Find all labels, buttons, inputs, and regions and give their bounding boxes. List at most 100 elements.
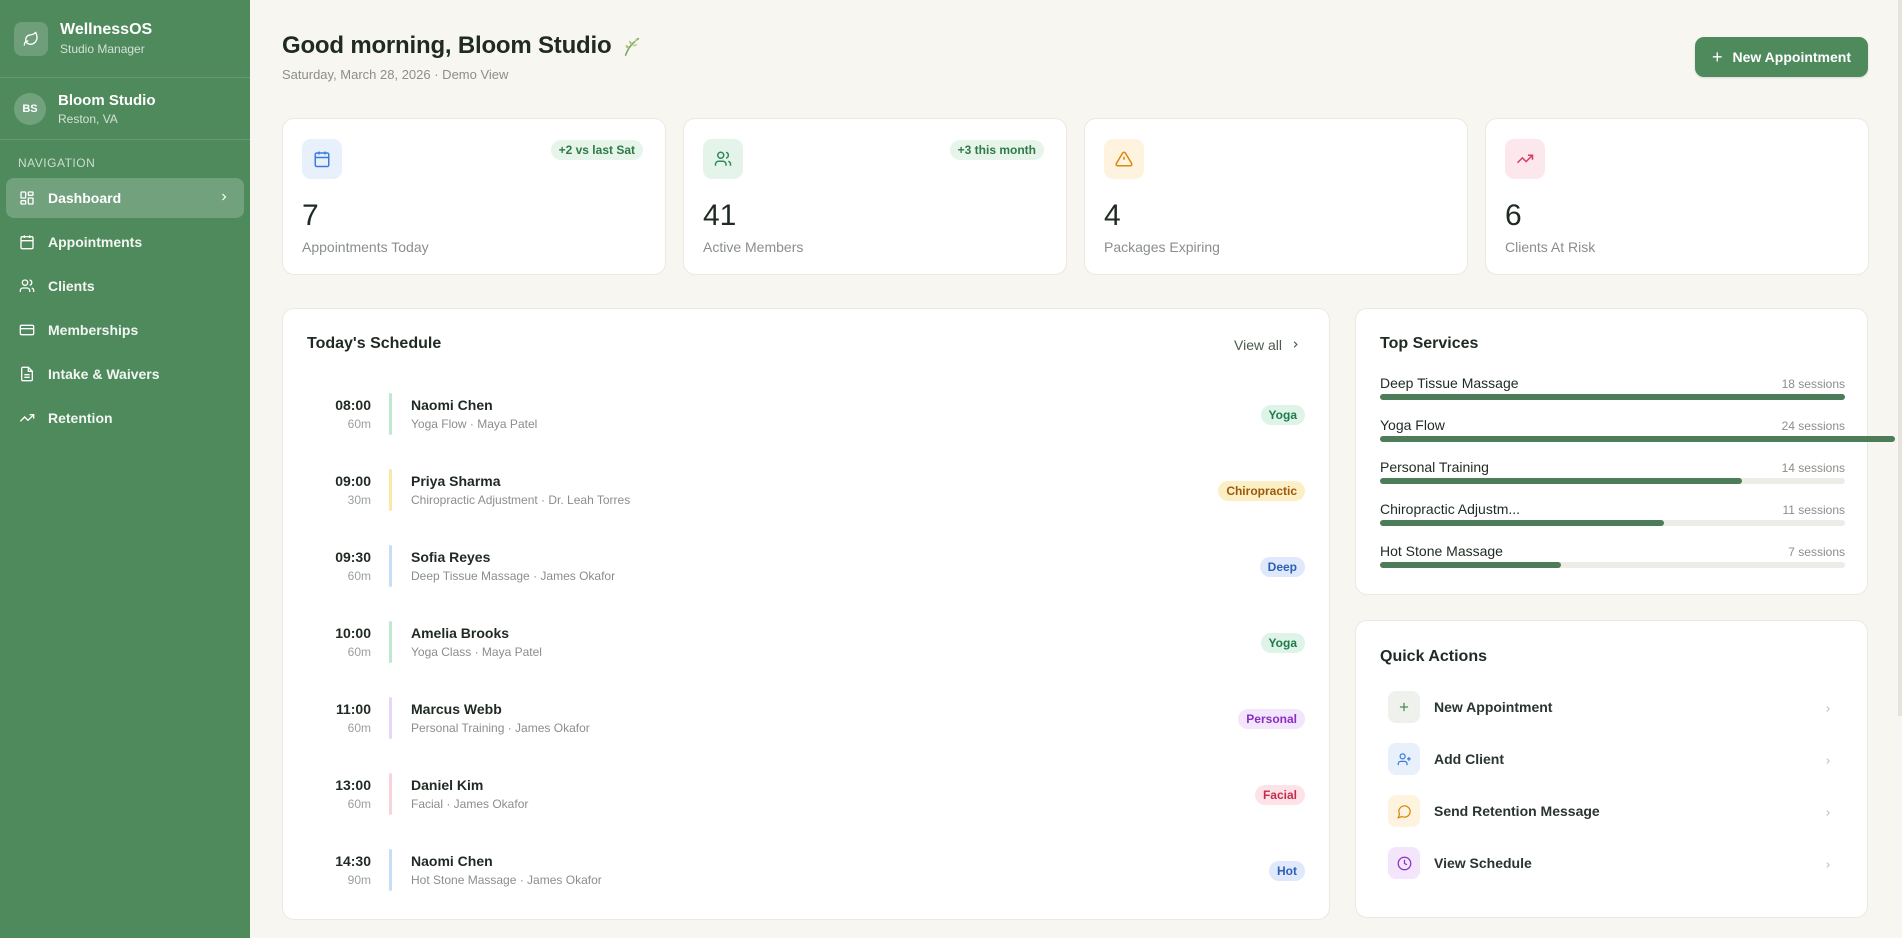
sidebar-item-clients[interactable]: Clients	[6, 266, 244, 306]
client-name: Naomi Chen	[411, 853, 493, 869]
greeting-text: Good morning, Bloom Studio	[282, 32, 612, 59]
grid-icon	[18, 189, 36, 207]
progress-fill	[1380, 562, 1561, 568]
service-name: Chiropractic Adjustm...	[1380, 501, 1521, 517]
user-plus-icon	[1388, 743, 1420, 775]
chevron-right-icon	[1823, 701, 1833, 719]
sidebar-item-intake-waivers[interactable]: Intake & Waivers	[6, 354, 244, 394]
view-all-link[interactable]: View all	[1234, 337, 1301, 353]
service-name: Deep Tissue Massage	[1380, 375, 1519, 391]
document-icon	[18, 365, 36, 383]
app-name: WellnessOS	[60, 21, 153, 38]
chevron-right-icon	[1290, 337, 1301, 353]
chevron-right-icon	[218, 190, 230, 206]
studio-name: Bloom Studio	[58, 91, 156, 109]
appointment-color-bar	[389, 393, 392, 435]
sidebar-item-label: Retention	[48, 410, 113, 426]
progress-fill	[1380, 478, 1742, 484]
appointment-duration: 60m	[347, 721, 371, 735]
avatar: BS	[14, 92, 46, 125]
schedule-item[interactable]: 13:00 60m Daniel Kim Facial · James Okafor F…	[307, 773, 1307, 825]
appointment-detail: Chiropractic Adjustment · Dr. Leah Torre…	[411, 493, 631, 507]
brand: WellnessOS Studio Manager	[0, 0, 250, 78]
quick-action-send-retention-message[interactable]: Send Retention Message	[1380, 791, 1845, 831]
studio-switcher[interactable]: BS Bloom Studio Reston, VA	[0, 78, 250, 140]
appointment-duration: 60m	[347, 645, 371, 659]
service-count: 14 sessions	[1781, 461, 1845, 475]
sidebar-item-dashboard[interactable]: Dashboard	[6, 178, 244, 218]
schedule-item[interactable]: 09:00 30m Priya Sharma Chiropractic Adjustm…	[307, 469, 1307, 521]
appointment-duration: 90m	[347, 873, 371, 887]
stat-card-clients-at-risk: 6 Clients At Risk	[1485, 118, 1869, 275]
alert-triangle-icon	[1104, 139, 1144, 179]
users-icon	[18, 277, 36, 295]
plus-icon	[1388, 691, 1420, 723]
quick-action-view-schedule[interactable]: View Schedule	[1380, 843, 1845, 883]
stat-badge: +3 this month	[949, 140, 1044, 160]
quick-action-add-client[interactable]: Add Client	[1380, 739, 1845, 779]
trending-up-icon	[1505, 139, 1545, 179]
sidebar-item-appointments[interactable]: Appointments	[6, 222, 244, 262]
schedule-item[interactable]: 10:00 60m Amelia Brooks Yoga Class · Maya P…	[307, 621, 1307, 673]
schedule-item[interactable]: 14:30 90m Naomi Chen Hot Stone Massage · Ja…	[307, 849, 1307, 901]
stat-card-active-members: +3 this month 41 Active Members	[683, 118, 1067, 275]
service-name: Yoga Flow	[1380, 417, 1445, 433]
page-title: Good morning, Bloom Studio	[282, 32, 643, 60]
service-row: Personal Training 14 sessions	[1380, 459, 1845, 489]
client-name: Marcus Webb	[411, 701, 502, 717]
progress-fill	[1380, 394, 1845, 400]
stat-value: 6	[1505, 199, 1522, 232]
appointment-color-bar	[389, 697, 392, 739]
sidebar-item-memberships[interactable]: Memberships	[6, 310, 244, 350]
nav-list: Dashboard Appointments Clients Membershi…	[0, 178, 250, 438]
quick-action-label: Send Retention Message	[1434, 803, 1600, 819]
appointment-color-bar	[389, 773, 392, 815]
sidebar-item-label: Memberships	[48, 322, 139, 338]
service-count: 18 sessions	[1781, 377, 1845, 391]
progress-fill	[1380, 520, 1664, 526]
sidebar-item-retention[interactable]: Retention	[6, 398, 244, 438]
schedule-item[interactable]: 08:00 60m Naomi Chen Yoga Flow · Maya Patel…	[307, 393, 1307, 445]
stat-label: Appointments Today	[302, 239, 429, 255]
schedule-item[interactable]: 11:00 60m Marcus Webb Personal Training · J…	[307, 697, 1307, 749]
nav-heading: NAVIGATION	[18, 156, 96, 170]
appointment-duration: 60m	[347, 417, 371, 431]
quick-action-new-appointment[interactable]: New Appointment	[1380, 687, 1845, 727]
service-count: 24 sessions	[1781, 419, 1845, 433]
progress-fill	[1380, 436, 1895, 442]
stat-badge: +2 vs last Sat	[550, 140, 643, 160]
service-tag: Personal	[1238, 709, 1305, 729]
sprout-icon	[621, 35, 643, 57]
new-appointment-button[interactable]: + New Appointment	[1695, 37, 1868, 77]
client-name: Priya Sharma	[411, 473, 501, 489]
sidebar: WellnessOS Studio Manager BS Bloom Studi…	[0, 0, 250, 938]
appointment-detail: Facial · James Okafor	[411, 797, 529, 811]
app-subtitle: Studio Manager	[60, 42, 145, 56]
stat-card-packages-expiring: 4 Packages Expiring	[1084, 118, 1468, 275]
chevron-right-icon	[1823, 805, 1833, 823]
quick-action-label: View Schedule	[1434, 855, 1532, 871]
service-tag: Chiropractic	[1218, 481, 1305, 501]
scrollbar[interactable]	[1898, 0, 1902, 716]
appointment-color-bar	[389, 469, 392, 511]
card-icon	[18, 321, 36, 339]
studio-location: Reston, VA	[58, 111, 118, 126]
appointment-duration: 60m	[347, 797, 371, 811]
appointment-detail: Personal Training · James Okafor	[411, 721, 590, 735]
leaf-icon	[14, 21, 48, 56]
calendar-icon	[302, 139, 342, 179]
client-name: Naomi Chen	[411, 397, 493, 413]
service-row: Yoga Flow 24 sessions	[1380, 417, 1895, 447]
service-name: Personal Training	[1380, 459, 1489, 475]
chevron-right-icon	[1823, 753, 1833, 771]
service-row: Chiropractic Adjustm... 11 sessions	[1380, 501, 1845, 531]
quick-action-label: Add Client	[1434, 751, 1504, 767]
client-name: Sofia Reyes	[411, 549, 491, 565]
quick-actions-title: Quick Actions	[1380, 648, 1487, 665]
schedule-item[interactable]: 09:30 60m Sofia Reyes Deep Tissue Massage ·…	[307, 545, 1307, 597]
top-services-card: Top Services Deep Tissue Massage 18 sessi…	[1355, 308, 1895, 595]
appointment-duration: 30m	[347, 493, 371, 507]
appointment-time: 09:00	[335, 473, 371, 489]
service-name: Hot Stone Massage	[1380, 543, 1503, 559]
quick-actions-card: Quick Actions New Appointment Add Client…	[1355, 620, 1868, 918]
